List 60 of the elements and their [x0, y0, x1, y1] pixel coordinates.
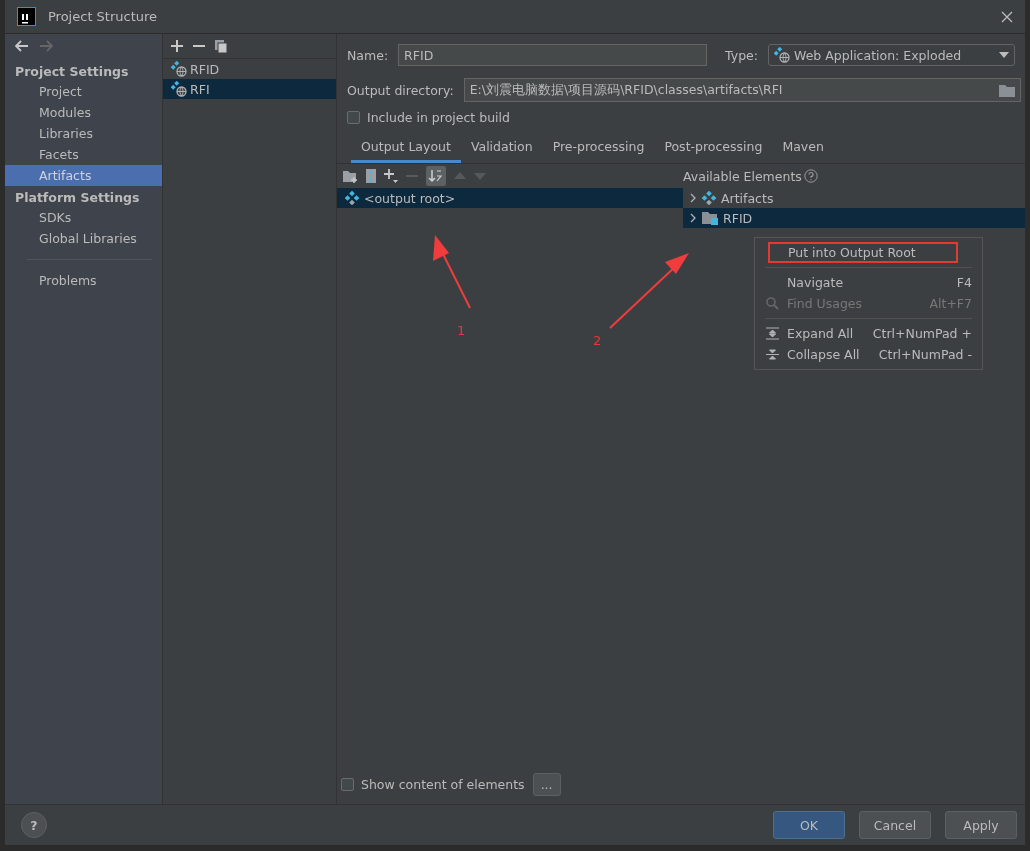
tab[interactable]: Validation [460, 134, 543, 163]
menu-item[interactable]: Put into Output Root [768, 242, 958, 263]
name-field[interactable]: RFID [398, 44, 708, 66]
help-button[interactable]: ? [21, 812, 47, 838]
help-icon[interactable] [803, 169, 818, 183]
tab[interactable]: Post-processing [654, 134, 773, 163]
name-label: Name: [347, 47, 389, 63]
module-folder-icon [702, 211, 718, 225]
menu-item[interactable]: Navigate F4 [755, 272, 982, 293]
sidebar-item[interactable]: Modules [5, 102, 162, 123]
type-label: Type: [725, 47, 759, 63]
artifact-item[interactable]: RFID [163, 59, 336, 79]
type-dropdown[interactable]: Web Application: Exploded [768, 44, 1016, 66]
tree-node[interactable]: Artifacts [683, 188, 1025, 208]
sidebar-heading: Project Settings [14, 63, 130, 81]
web-artifact-icon [171, 81, 187, 97]
new-folder-icon[interactable] [343, 169, 358, 183]
artifact-item[interactable]: RFI [163, 79, 336, 99]
annotation-number: 1 [457, 323, 466, 338]
window-title: Project Structure [48, 9, 159, 24]
annotation-number: 2 [593, 333, 602, 348]
dialog-button[interactable]: Apply [945, 811, 1017, 839]
sidebar-item[interactable]: Problems [5, 270, 162, 291]
app-logo-icon [17, 7, 36, 26]
tree-node[interactable]: <output root> [337, 188, 683, 208]
sidebar-item[interactable]: Artifacts [5, 165, 162, 186]
artifact-icon [345, 191, 359, 205]
collapse-all-icon [766, 348, 779, 361]
dialog-button[interactable]: OK [773, 811, 845, 839]
sort-icon[interactable] [426, 166, 446, 186]
include-checkbox[interactable]: Include in project build [347, 110, 510, 125]
output-directory-field[interactable]: E:\刘震电脑数据\项目源码\RFID\classes\artifacts\RFI [463, 78, 1021, 102]
more-button[interactable]: ... [532, 772, 561, 796]
dialog-button[interactable]: Cancel [859, 811, 931, 839]
sidebar-item[interactable]: Facets [5, 144, 162, 165]
add-dropdown-icon[interactable] [384, 169, 398, 183]
menu-item[interactable]: Collapse All Ctrl+NumPad - [755, 344, 982, 365]
tab[interactable]: Pre-processing [542, 134, 655, 163]
sidebar-heading: Platform Settings [14, 189, 141, 207]
tree-node[interactable]: RFID [683, 208, 1025, 228]
artifact-icon [702, 191, 716, 205]
show-content-checkbox[interactable]: Show content of elements [341, 776, 525, 792]
tab[interactable]: Output Layout [351, 134, 461, 163]
sidebar-item[interactable]: Global Libraries [5, 228, 162, 249]
add-icon[interactable] [171, 40, 183, 52]
tab[interactable]: Maven [772, 134, 834, 163]
web-artifact-icon [171, 61, 187, 77]
sidebar-item[interactable]: Project [5, 81, 162, 102]
web-artifact-icon [774, 47, 791, 63]
expand-all-icon [766, 327, 779, 340]
sidebar-item[interactable]: Libraries [5, 123, 162, 144]
caret-icon [999, 52, 1010, 58]
back-arrow-icon[interactable] [15, 40, 29, 52]
available-elements-label: Available Elements [683, 168, 802, 184]
output-directory-label: Output directory: [347, 82, 454, 98]
search-icon [766, 297, 779, 310]
copy-icon[interactable] [215, 39, 227, 53]
sidebar-item[interactable]: SDKs [5, 207, 162, 228]
folder-icon[interactable] [999, 83, 1015, 97]
menu-item[interactable]: Expand All Ctrl+NumPad + [755, 323, 982, 344]
